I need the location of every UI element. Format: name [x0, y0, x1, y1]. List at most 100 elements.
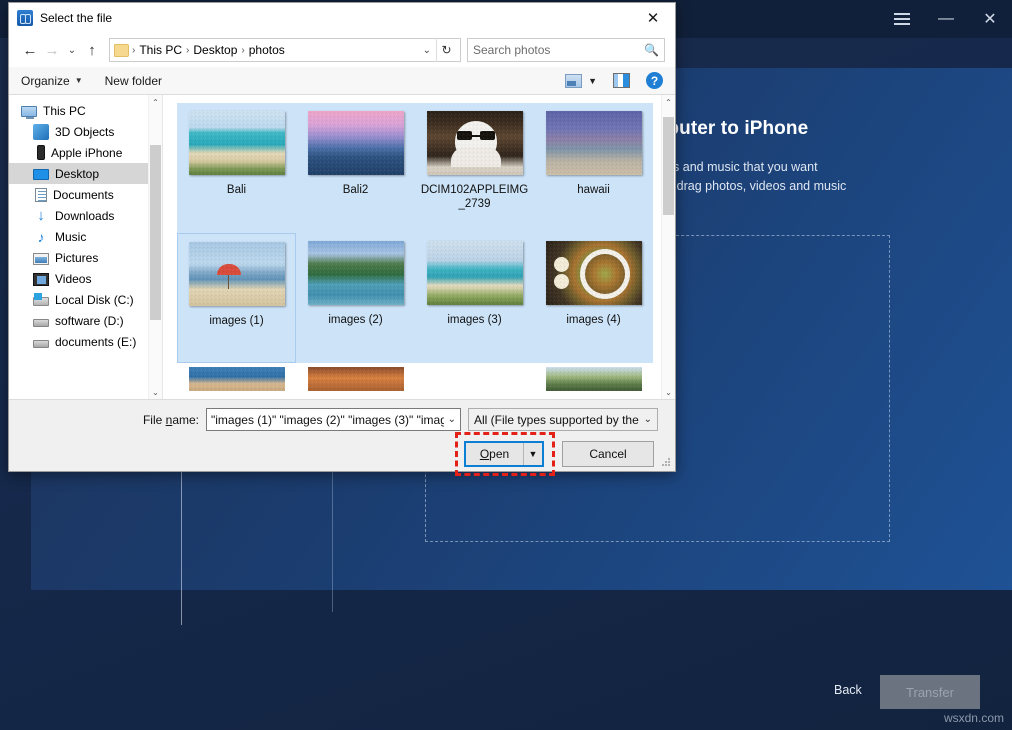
scrollbar-thumb[interactable] — [150, 145, 161, 320]
chevron-down-icon[interactable]: ▼ — [588, 76, 597, 86]
watermark: wsxdn.com — [944, 711, 1004, 725]
sidebar-item-label: Pictures — [55, 251, 98, 265]
sidebar-item-videos[interactable]: Videos — [9, 268, 162, 289]
sidebar-item-downloads[interactable]: ↓Downloads — [9, 205, 162, 226]
sidebar-item-music[interactable]: ♪Music — [9, 226, 162, 247]
sidebar-item-label: Apple iPhone — [51, 146, 122, 160]
file-tile[interactable]: Bali2 — [296, 103, 415, 233]
view-options-icon[interactable] — [565, 74, 582, 88]
preview-pane-icon[interactable] — [613, 73, 630, 88]
refresh-icon[interactable]: ↻ — [436, 38, 456, 62]
file-label: images (4) — [538, 313, 650, 327]
file-tile[interactable]: images (2) — [296, 233, 415, 363]
minimize-button[interactable]: — — [924, 0, 968, 38]
file-tile[interactable]: Bali — [177, 103, 296, 233]
file-tile[interactable]: hawaii — [534, 103, 653, 233]
sidebar-item-pictures[interactable]: Pictures — [9, 247, 162, 268]
scrollbar-track[interactable] — [662, 109, 675, 385]
menu-icon[interactable] — [880, 0, 924, 38]
open-dropdown-button[interactable]: ▼ — [524, 443, 542, 465]
back-link[interactable]: Back — [834, 683, 862, 697]
breadcrumb-item-this-pc[interactable]: This PC — [136, 43, 185, 57]
file-tile-partial[interactable] — [534, 363, 653, 391]
new-folder-button[interactable]: New folder — [105, 74, 162, 88]
thumbnail-image — [189, 111, 285, 175]
scrollbar-track[interactable] — [149, 109, 162, 385]
local-disk-icon — [33, 297, 49, 306]
file-tile[interactable]: images (1) — [177, 233, 296, 363]
navigation-list: This PC3D Objects Apple iPhone Desktop Docu… — [9, 95, 162, 352]
close-icon: ✕ — [983, 9, 996, 29]
sidebar-item-software-d[interactable]: software (D:) — [9, 310, 162, 331]
close-button[interactable]: ✕ — [968, 0, 1012, 38]
file-tile-partial[interactable] — [296, 363, 415, 391]
search-input[interactable]: Search photos 🔍 — [467, 38, 665, 62]
file-tile[interactable]: images (3) — [415, 233, 534, 363]
thumbnail-image — [308, 111, 404, 175]
file-tile[interactable]: DCIM102APPLEIMG_2739 — [415, 103, 534, 233]
phone-icon — [37, 145, 45, 160]
dialog-close-button[interactable]: ✕ — [631, 3, 675, 33]
scroll-up-icon[interactable]: ⌃ — [662, 95, 675, 109]
music-icon: ♪ — [33, 229, 49, 245]
file-tile-partial[interactable] — [415, 363, 534, 391]
sidebar-item-documents[interactable]: Documents — [9, 184, 162, 205]
sidebar-item-3d-objects[interactable]: 3D Objects — [9, 121, 162, 142]
folder-icon — [114, 44, 129, 57]
open-split-button: Open ▼ — [464, 441, 544, 467]
desktop-icon — [33, 169, 49, 180]
open-label-accel: O — [480, 447, 489, 461]
search-icon: 🔍 — [644, 43, 659, 57]
close-icon: ✕ — [647, 9, 660, 27]
sidebar-item-apple-iphone[interactable]: Apple iPhone — [9, 142, 162, 163]
file-pane-scrollbar[interactable]: ⌃ ⌄ — [661, 95, 675, 399]
transfer-button[interactable]: Transfer — [880, 675, 980, 709]
minimize-icon: — — [938, 10, 954, 28]
file-label: Bali — [181, 183, 293, 197]
filename-label-pre: File — [143, 413, 166, 427]
open-button[interactable]: Open — [466, 443, 524, 465]
sidebar-item-documents-e[interactable]: documents (E:) — [9, 331, 162, 352]
breadcrumb[interactable]: › This PC › Desktop › photos ⌄ ↻ — [109, 38, 461, 62]
chevron-down-icon: ▼ — [75, 76, 83, 85]
file-label: Bali2 — [300, 183, 412, 197]
documents-icon — [35, 188, 47, 202]
sidebar-item-desktop[interactable]: Desktop — [9, 163, 162, 184]
search-placeholder: Search photos — [473, 43, 644, 57]
up-button[interactable]: ↑ — [81, 38, 103, 62]
thumbnail-image — [308, 241, 404, 305]
breadcrumb-item-desktop[interactable]: Desktop — [190, 43, 240, 57]
cancel-button[interactable]: Cancel — [562, 441, 654, 467]
breadcrumb-item-photos[interactable]: photos — [246, 43, 288, 57]
sidebar-item-label: Local Disk (C:) — [55, 293, 134, 307]
scroll-down-icon[interactable]: ⌄ — [662, 385, 675, 399]
chevron-down-icon[interactable]: ⌄ — [444, 414, 456, 425]
drive-icon — [33, 319, 49, 327]
filename-input[interactable]: "images (1)" "images (2)" "images (3)" "… — [206, 408, 461, 431]
thumbnail-partial — [308, 367, 404, 391]
scroll-up-icon[interactable]: ⌃ — [149, 95, 162, 109]
pictures-icon — [33, 253, 49, 265]
file-tile[interactable]: images (4) — [534, 233, 653, 363]
thumbnail-partial — [189, 367, 285, 391]
resize-grip[interactable] — [662, 458, 672, 468]
dialog-title: Select the file — [40, 11, 112, 25]
scroll-down-icon[interactable]: ⌄ — [149, 385, 162, 399]
sidebar-item-label: Downloads — [55, 209, 114, 223]
organize-button[interactable]: Organize ▼ — [21, 74, 83, 88]
sidebar-item-local-disk-c[interactable]: Local Disk (C:) — [9, 289, 162, 310]
drive-icon — [33, 340, 49, 348]
thumbnail-partial — [546, 367, 642, 391]
filetype-select[interactable]: All (File types supported by the ⌄ — [468, 408, 658, 431]
scrollbar-thumb[interactable] — [663, 117, 674, 215]
open-label-post: pen — [489, 447, 509, 461]
hamburger-menu-icon — [894, 13, 910, 25]
sidebar-item-this-pc[interactable]: This PC — [9, 100, 162, 121]
sidebar-scrollbar[interactable]: ⌃ ⌄ — [148, 95, 162, 399]
recent-locations-button[interactable]: ⌄ — [63, 38, 81, 62]
file-tile-partial[interactable] — [177, 363, 296, 391]
chevron-down-icon[interactable]: ⌄ — [418, 45, 436, 56]
back-button[interactable]: ← — [19, 38, 41, 62]
sidebar-item-label: Desktop — [55, 167, 99, 181]
help-icon[interactable]: ? — [646, 72, 663, 89]
